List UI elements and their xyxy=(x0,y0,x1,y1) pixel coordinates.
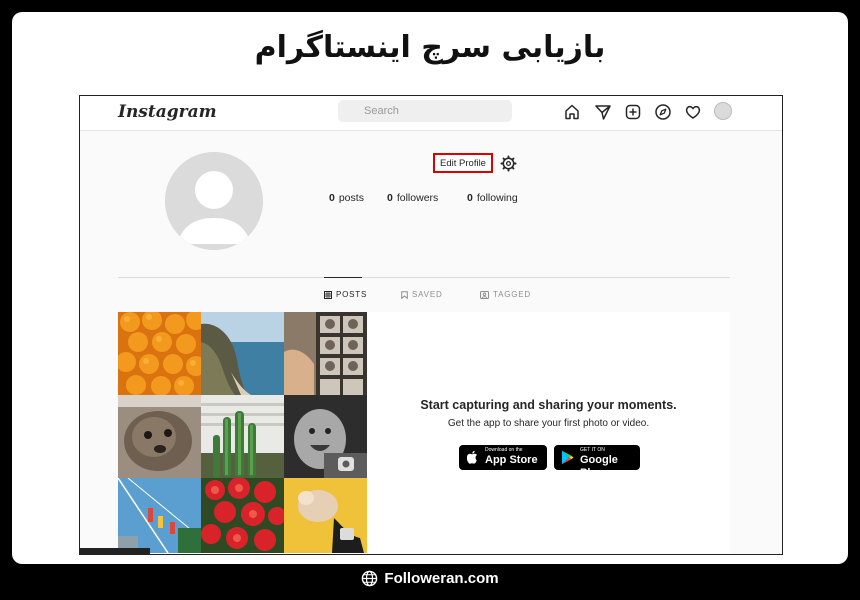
tag-icon xyxy=(480,290,489,299)
active-tab-indicator xyxy=(324,277,362,278)
instagram-header: Instagram xyxy=(80,96,782,131)
search-input[interactable] xyxy=(338,100,512,122)
empty-state-title: Start capturing and sharing your moments… xyxy=(420,398,677,412)
gear-icon[interactable] xyxy=(500,155,517,172)
apple-icon xyxy=(467,450,477,464)
banner-title: بازیابی سرچ اینستاگرام xyxy=(254,30,606,65)
footer-site-label: Followeran.com xyxy=(384,570,499,587)
google-play-button[interactable]: GET IT ON Google Play xyxy=(554,445,640,479)
grid-photo[interactable] xyxy=(284,395,367,478)
bookmark-icon xyxy=(401,290,408,299)
grid-photo[interactable] xyxy=(201,312,284,395)
activity-heart-icon[interactable] xyxy=(684,103,702,121)
app-store-button[interactable]: Download on the App Store xyxy=(459,445,547,470)
tab-tagged[interactable]: TAGGED xyxy=(480,290,531,299)
grid-icon xyxy=(324,290,332,299)
edit-profile-button[interactable]: Edit Profile xyxy=(433,153,493,173)
instagram-logo[interactable]: Instagram xyxy=(118,102,217,122)
grid-photo[interactable] xyxy=(118,478,201,553)
default-avatar-icon xyxy=(165,152,263,250)
grid-photo[interactable] xyxy=(201,395,284,478)
following-count: 0 xyxy=(467,192,473,204)
app-store-small-text: Download on the xyxy=(485,447,523,453)
profile-avatar[interactable] xyxy=(714,102,732,120)
posts-stat: 0 posts xyxy=(329,192,364,204)
tab-saved-label: SAVED xyxy=(412,290,443,299)
profile-picture[interactable] xyxy=(165,152,263,250)
google-play-small-text: GET IT ON xyxy=(580,447,605,453)
new-post-icon[interactable] xyxy=(624,103,642,121)
following-label: following xyxy=(476,192,518,204)
tab-posts-label: POSTS xyxy=(336,290,368,299)
posts-count: 0 xyxy=(329,192,335,204)
tab-saved[interactable]: SAVED xyxy=(401,290,443,299)
grid-photo[interactable] xyxy=(201,478,284,553)
tab-tagged-label: TAGGED xyxy=(493,290,531,299)
photo-grid xyxy=(118,312,367,553)
empty-state-panel: Start capturing and sharing your moments… xyxy=(367,312,730,553)
grid-photo[interactable] xyxy=(118,395,201,478)
tab-posts[interactable]: POSTS xyxy=(324,290,367,299)
explore-icon[interactable] xyxy=(654,103,672,121)
empty-state-subtitle: Get the app to share your first photo or… xyxy=(447,418,650,429)
instagram-profile-screenshot: Instagram Edit xyxy=(79,95,783,555)
footer-site[interactable]: Followeran.com xyxy=(0,570,860,587)
corner-overlay xyxy=(80,548,150,554)
posts-label: posts xyxy=(338,192,364,204)
direct-icon[interactable] xyxy=(594,103,612,121)
grid-photo[interactable] xyxy=(284,478,367,553)
google-play-icon xyxy=(562,450,574,465)
home-icon[interactable] xyxy=(563,103,581,121)
followers-label: followers xyxy=(396,192,439,204)
globe-icon xyxy=(362,570,378,587)
app-store-label: App Store xyxy=(485,454,538,466)
following-stat[interactable]: 0 following xyxy=(467,192,518,204)
followers-stat[interactable]: 0 followers xyxy=(387,192,438,204)
grid-photo[interactable] xyxy=(284,312,367,395)
google-play-label: Google Play xyxy=(580,454,618,479)
grid-photo[interactable] xyxy=(118,312,201,395)
followers-count: 0 xyxy=(387,192,393,204)
profile-divider xyxy=(118,277,730,278)
